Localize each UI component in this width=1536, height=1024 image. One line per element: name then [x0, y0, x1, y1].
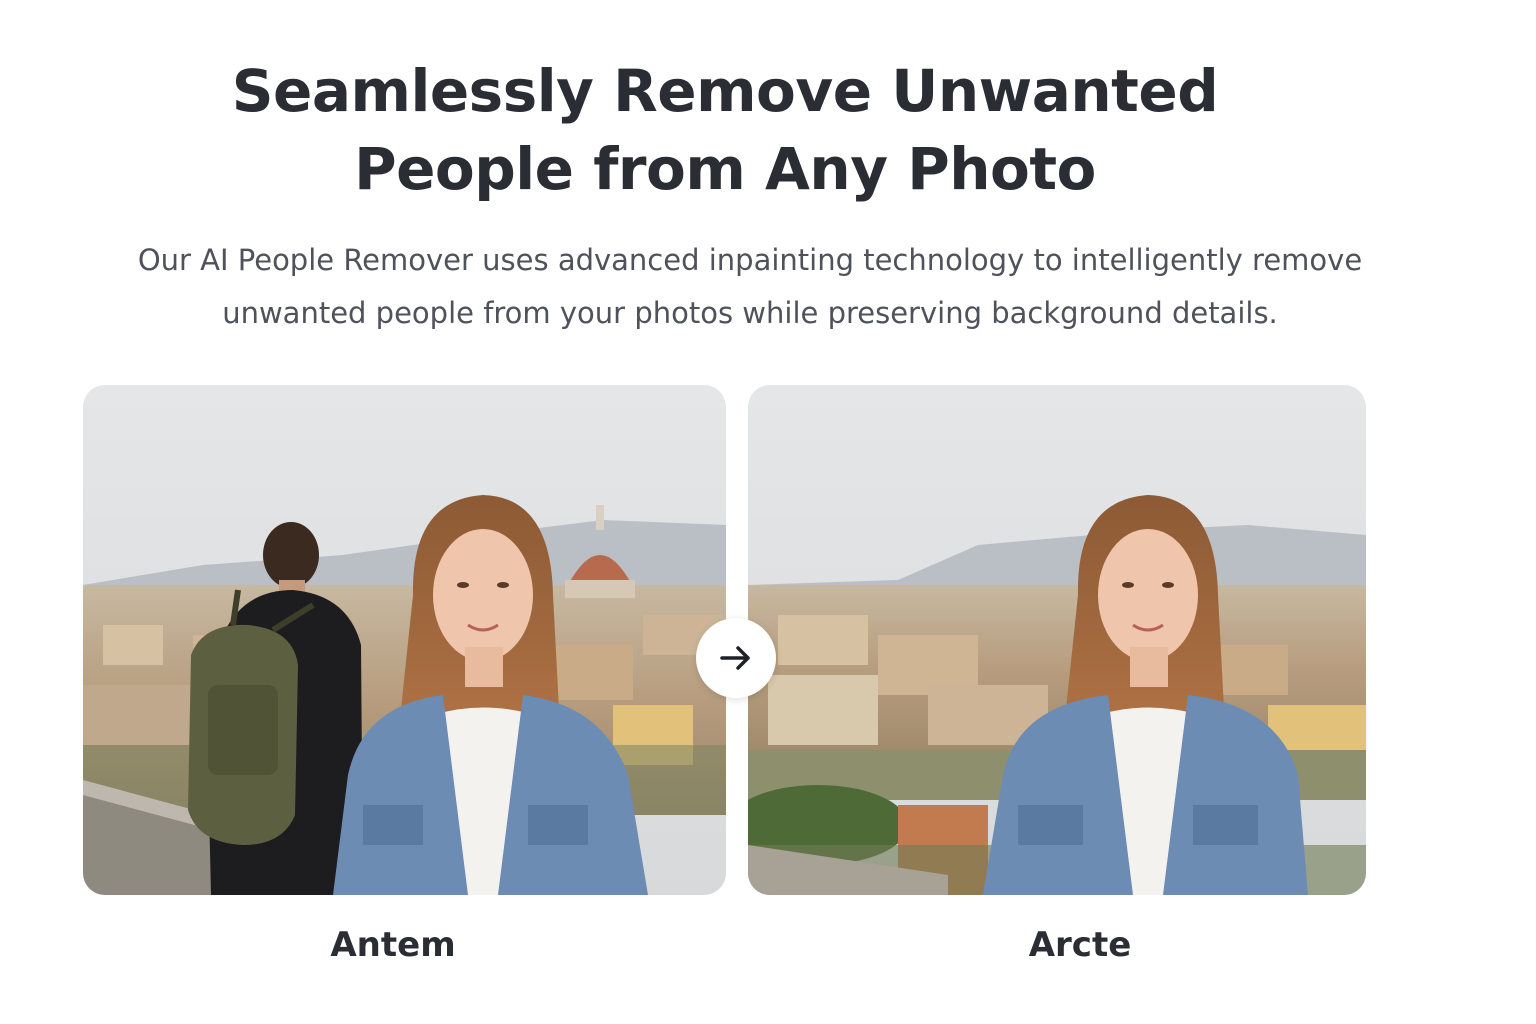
compare-arrow-button[interactable]: [696, 618, 776, 698]
before-label: Antem: [330, 925, 456, 965]
arrow-right-icon: [720, 646, 750, 670]
page-title: Seamlessly Remove Unwanted People from A…: [231, 57, 1219, 203]
after-photo: [748, 385, 1366, 895]
before-photo: [83, 385, 726, 895]
before-photo-illustration: [83, 385, 726, 895]
after-label: Arcte: [1028, 925, 1132, 965]
after-photo-illustration: [748, 385, 1366, 895]
page-subtitle: Our AI People Remover uses advanced inpa…: [137, 243, 1363, 330]
